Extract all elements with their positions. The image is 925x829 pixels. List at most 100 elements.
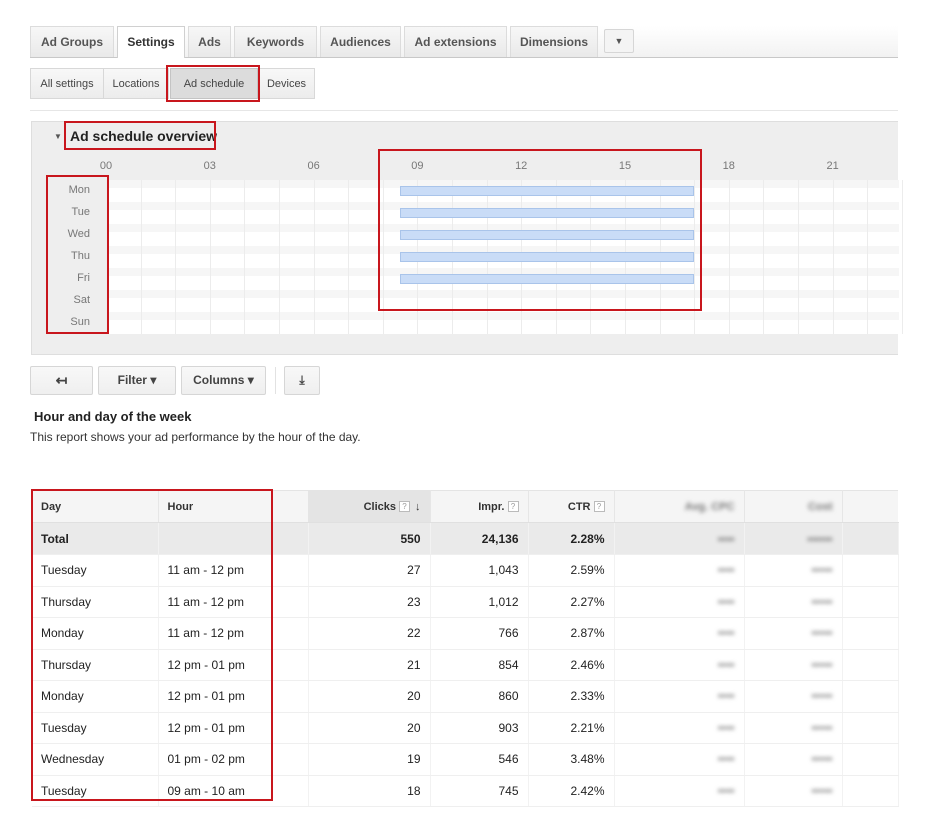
cell-day: Wednesday	[32, 743, 159, 776]
column-header-avg-cpc[interactable]: Avg. CPC	[614, 490, 745, 523]
hour-gridline	[313, 180, 315, 334]
hour-gridline	[832, 180, 834, 334]
cell-cost: •••••	[744, 775, 843, 807]
divider	[30, 110, 898, 111]
cell-cost: •••••	[744, 712, 843, 744]
day-label: Wed	[67, 228, 90, 240]
cell-avg-cpc: ••••	[614, 586, 745, 618]
cell-spacer	[842, 649, 899, 681]
blurred-value: •••••	[811, 689, 833, 704]
table-row: Thursday 12 pm - 01 pm 21 854 2.46% •••• •••••	[32, 649, 899, 681]
collapse-toggle-icon[interactable]: ▼	[54, 132, 62, 141]
cell-impr: 903	[430, 712, 529, 744]
column-header-more[interactable]	[842, 490, 898, 523]
back-button[interactable]: ↤	[30, 366, 93, 395]
subtab-locations[interactable]: Locations	[103, 68, 169, 99]
tab-ad-groups[interactable]: Ad Groups	[30, 26, 114, 57]
avg-cpc-label: Avg. CPC	[684, 500, 735, 513]
filter-button[interactable]: Filter ▾	[98, 366, 176, 395]
day-label: Mon	[68, 184, 90, 196]
column-header-hour[interactable]: Hour	[158, 490, 308, 523]
help-icon[interactable]: ?	[593, 501, 605, 513]
subtab-all-settings[interactable]: All settings	[30, 68, 104, 99]
cell-avg-cpc: ••••	[614, 680, 745, 713]
tab-ads[interactable]: Ads	[188, 26, 231, 57]
help-icon[interactable]: ?	[507, 501, 519, 513]
cell-cost: •••••	[744, 554, 843, 587]
day-label: Tue	[71, 206, 90, 218]
columns-button[interactable]: Columns ▾	[181, 366, 266, 395]
column-header-ctr[interactable]: CTR?	[528, 490, 615, 523]
tab-ad-extensions[interactable]: Ad extensions	[404, 26, 507, 57]
schedule-row	[106, 312, 899, 334]
cell-ctr: 2.21%	[528, 712, 615, 744]
schedule-bar-fri[interactable]	[400, 274, 695, 284]
blurred-value: •••••	[811, 594, 833, 609]
cell-hour: 01 pm - 02 pm	[158, 743, 309, 776]
cell-impr: 766	[430, 617, 529, 650]
sort-descending-icon: ↓	[415, 500, 421, 513]
column-header-clicks[interactable]: Clicks? ↓	[308, 490, 431, 523]
cell-avg-cpc: ••••	[614, 712, 745, 744]
total-spacer	[842, 522, 899, 555]
cell-hour: 12 pm - 01 pm	[158, 712, 309, 744]
tab-settings[interactable]: Settings	[117, 26, 185, 58]
day-label: Sun	[70, 316, 90, 328]
column-header-impr[interactable]: Impr.?	[430, 490, 529, 523]
blurred-value: ••••••	[807, 531, 833, 546]
cell-ctr: 2.27%	[528, 586, 615, 618]
cell-day: Tuesday	[32, 554, 159, 587]
hour-gridline	[382, 180, 384, 334]
help-icon[interactable]: ?	[399, 501, 410, 513]
total-avg-cpc: ••••	[614, 522, 745, 555]
blurred-value: ••••	[717, 689, 735, 704]
tab-dimensions[interactable]: Dimensions	[510, 26, 598, 57]
subtab-ad-schedule[interactable]: Ad schedule	[170, 68, 258, 99]
table-row: Tuesday 11 am - 12 pm 27 1,043 2.59% •••• ••••…	[32, 554, 899, 587]
cell-avg-cpc: ••••	[614, 775, 745, 807]
cell-hour: 12 pm - 01 pm	[158, 680, 309, 713]
toolbar-separator	[275, 367, 276, 394]
table-row: Thursday 11 am - 12 pm 23 1,012 2.27% •••• •••…	[32, 586, 899, 618]
cell-hour: 09 am - 10 am	[158, 775, 309, 807]
schedule-bar-mon[interactable]	[400, 186, 695, 196]
cell-ctr: 2.33%	[528, 680, 615, 713]
table-row: Tuesday 09 am - 10 am 18 745 2.42% •••• •••••	[32, 775, 899, 807]
tab-keywords[interactable]: Keywords	[234, 26, 317, 57]
more-tabs-button[interactable]: ▼	[604, 29, 634, 53]
total-row: Total 550 24,136 2.28% •••• ••••••	[32, 522, 899, 555]
cell-ctr: 2.59%	[528, 554, 615, 587]
schedule-bar-wed[interactable]	[400, 230, 695, 240]
cell-clicks: 27	[308, 554, 431, 587]
cell-clicks: 20	[308, 680, 431, 713]
blurred-value: •••••	[811, 783, 833, 798]
total-cost: ••••••	[744, 522, 843, 555]
impr-label: Impr.	[478, 500, 505, 513]
blurred-value: •••••	[811, 720, 833, 735]
column-header-cost[interactable]: Cost	[744, 490, 843, 523]
cell-avg-cpc: ••••	[614, 554, 745, 587]
hour-gridline	[867, 180, 869, 334]
download-button[interactable]: ⤓	[284, 366, 320, 395]
blurred-value: •••••	[811, 563, 833, 578]
cell-ctr: 2.87%	[528, 617, 615, 650]
hour-label: 21	[826, 160, 839, 172]
hour-gridline	[106, 180, 107, 334]
cell-spacer	[842, 554, 899, 587]
report-title: Hour and day of the week	[34, 409, 192, 424]
cell-spacer	[842, 712, 899, 744]
schedule-bar-tue[interactable]	[400, 208, 695, 218]
back-arrow-icon: ↤	[55, 372, 68, 388]
cell-impr: 546	[430, 743, 529, 776]
cell-day: Monday	[32, 680, 159, 713]
table-row: Monday 12 pm - 01 pm 20 860 2.33% •••• •••••	[32, 680, 899, 713]
subtab-devices[interactable]: Devices	[258, 68, 315, 99]
cell-cost: •••••	[744, 680, 843, 713]
report-description: This report shows your ad performance by…	[30, 430, 361, 444]
schedule-bar-thu[interactable]	[400, 252, 695, 262]
column-header-day[interactable]: Day	[32, 490, 159, 523]
cell-avg-cpc: ••••	[614, 617, 745, 650]
hour-gridline	[244, 180, 246, 334]
tab-audiences[interactable]: Audiences	[320, 26, 401, 57]
hour-gridline	[694, 180, 696, 334]
